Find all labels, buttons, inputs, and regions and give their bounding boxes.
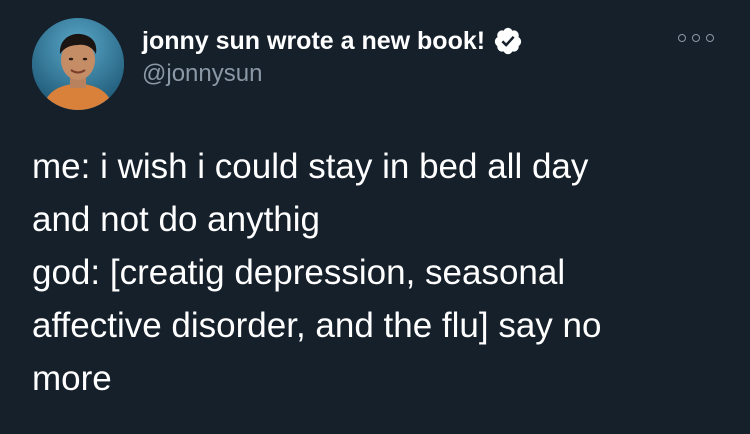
tweet-text-line: more [32,359,112,398]
tweet-text-line: affective disorder, and the flu] say no [32,306,602,345]
avatar-photo [32,18,124,110]
ellipsis-icon [706,34,714,42]
verified-badge-icon [493,26,523,56]
author-avatar[interactable] [32,18,124,110]
author-display-name[interactable]: jonny sun wrote a new book! [142,27,485,56]
ellipsis-icon [678,34,686,42]
tweet-text-line: and not do anythig [32,200,321,239]
ellipsis-icon [692,34,700,42]
tweet-card: jonny sun wrote a new book! @jonnysun me… [0,0,750,434]
tweet-text-line: god: [creatig depression, seasonal [32,253,566,292]
author-name-row: jonny sun wrote a new book! [142,25,523,57]
tweet-text: me: i wish i could stay in bed all day a… [32,140,722,405]
tweet-text-line: me: i wish i could stay in bed all day [32,147,589,186]
more-options-button[interactable] [678,31,714,45]
author-handle[interactable]: @jonnysun [142,60,262,88]
